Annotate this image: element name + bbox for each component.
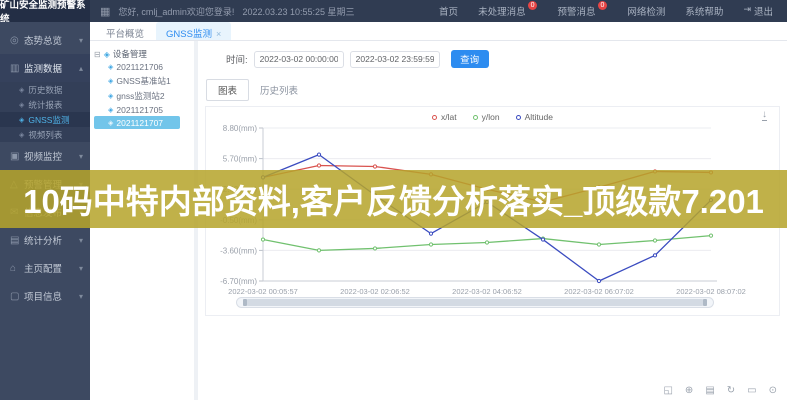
app-window: 矿山安全监测预警系统 ▦ 您好, cmlj_admin欢迎您登录! 2022.0… xyxy=(0,0,787,400)
station-icon: ◈ xyxy=(108,119,113,127)
svg-text:5.70(mm): 5.70(mm) xyxy=(223,155,258,164)
menu-home[interactable]: 首页 xyxy=(439,4,458,18)
sidebar-group-overview[interactable]: ◎ 态势总览 ▾ xyxy=(0,26,90,54)
workspace-tabbar: 平台概览 GNSS监测× xyxy=(90,22,787,41)
home-icon: ⌂ xyxy=(10,263,24,274)
tree-node-station[interactable]: ◈ GNSS基准站1 xyxy=(94,73,190,88)
end-datetime-input[interactable] xyxy=(350,51,440,68)
time-label: 时间: xyxy=(226,52,248,66)
app-logo-title: 矿山安全监测预警系统 xyxy=(0,0,90,22)
menu-alert-messages[interactable]: 预警消息 0 xyxy=(557,4,607,18)
submenu-report[interactable]: ◈ 统计报表 xyxy=(0,97,90,112)
datazoom-left-handle[interactable] xyxy=(243,299,247,306)
layers-icon[interactable]: ▤ xyxy=(705,385,714,396)
start-datetime-input[interactable] xyxy=(254,51,344,68)
overlay-banner-text: 10码中特内部资料,客户反馈分析落实_顶级款7.201 xyxy=(23,175,764,223)
menu-logout[interactable]: ⇥ 退出 xyxy=(743,4,773,18)
station-icon: ◈ xyxy=(108,92,113,100)
svg-text:2022-03-02 04:06:52: 2022-03-02 04:06:52 xyxy=(452,287,522,295)
station-icon: ◈ xyxy=(108,63,113,71)
close-icon[interactable]: × xyxy=(216,29,221,39)
query-toolbar: 时间: 查询 xyxy=(198,41,787,68)
legend-marker-altitude xyxy=(516,115,521,120)
chevron-down-icon: ▾ xyxy=(79,264,83,273)
sidebar-group-monitor-data[interactable]: ▥ 监测数据 ▴ xyxy=(0,54,90,82)
target-icon[interactable]: ⊙ xyxy=(769,385,777,396)
viewer-controls: ◱ ⊕ ▤ ↻ ▭ ⊙ xyxy=(663,385,777,396)
tab-platform-overview[interactable]: 平台概览 xyxy=(96,22,154,40)
tab-gnss-monitor[interactable]: GNSS监测× xyxy=(156,22,231,40)
unhandled-badge: 0 xyxy=(528,1,538,10)
view-tab-chart[interactable]: 图表 xyxy=(206,79,249,101)
station-icon: ◈ xyxy=(108,77,113,85)
device-group-icon: ◈ xyxy=(104,50,110,59)
tree-node-station-selected[interactable]: ◈ 2021121707 xyxy=(94,116,180,129)
sidebar-submenu: ◈ 历史数据 ◈ 统计报表 ◈ GNSS监测 ◈ 视频列表 xyxy=(0,82,90,142)
svg-text:2022-03-02 02:06:52: 2022-03-02 02:06:52 xyxy=(340,287,410,295)
svg-text:2022-03-02 08:07:02: 2022-03-02 08:07:02 xyxy=(676,287,746,295)
bullet-icon: ◈ xyxy=(19,86,24,94)
submenu-video-list[interactable]: ◈ 视频列表 xyxy=(0,127,90,142)
monitor-data-icon: ▥ xyxy=(10,63,24,74)
view-tabs: 图表 历史列表 xyxy=(206,79,787,101)
refresh-icon[interactable]: ↻ xyxy=(727,385,735,396)
svg-text:2022-03-02 06:07:02: 2022-03-02 06:07:02 xyxy=(564,287,634,295)
sidebar-group-video[interactable]: ▣ 视频监控 ▾ xyxy=(0,142,90,170)
chevron-down-icon: ▾ xyxy=(79,36,83,45)
alert-badge: 0 xyxy=(598,1,608,10)
topbar: 矿山安全监测预警系统 ▦ 您好, cmlj_admin欢迎您登录! 2022.0… xyxy=(0,0,787,22)
fullscreen-icon[interactable]: ◱ xyxy=(663,385,672,396)
current-datetime: 2022.03.23 10:55:25 星期三 xyxy=(242,5,354,18)
svg-text:2022-03-02 00:05:57: 2022-03-02 00:05:57 xyxy=(228,287,298,295)
user-greeting: 您好, cmlj_admin欢迎您登录! xyxy=(118,5,234,18)
tree-node-station[interactable]: ◈ 2021121705 xyxy=(94,103,190,116)
bullet-icon: ◈ xyxy=(19,101,24,109)
menu-help[interactable]: 系统帮助 xyxy=(685,4,723,18)
bullet-icon: ◈ xyxy=(19,116,24,124)
legend-item-xlat[interactable]: x/lat xyxy=(432,112,457,122)
statistics-icon: ▤ xyxy=(10,235,24,246)
submenu-gnss-monitor[interactable]: ◈ GNSS监测 xyxy=(0,112,90,127)
chevron-up-icon: ▴ xyxy=(79,64,83,73)
tree-root-device-management[interactable]: ⊟ ◈ 设备管理 xyxy=(94,48,190,60)
logout-icon: ⇥ xyxy=(743,4,751,15)
overlay-banner: 10码中特内部资料,客户反馈分析落实_顶级款7.201 xyxy=(0,170,787,228)
apps-grid-icon[interactable]: ▦ xyxy=(100,5,110,18)
legend-marker-xlat xyxy=(432,115,437,120)
submenu-history-data[interactable]: ◈ 历史数据 xyxy=(0,82,90,97)
project-icon: ▢ xyxy=(10,291,24,302)
collapse-icon[interactable]: ⊟ xyxy=(94,50,101,59)
overview-icon: ◎ xyxy=(10,35,24,46)
datazoom-slider[interactable] xyxy=(236,297,714,308)
datazoom-range[interactable] xyxy=(245,299,705,306)
legend-item-altitude[interactable]: Altitude xyxy=(516,112,553,122)
datazoom-right-handle[interactable] xyxy=(703,299,707,306)
tree-node-station[interactable]: ◈ 2021121706 xyxy=(94,60,190,73)
video-icon: ▣ xyxy=(10,151,24,162)
legend-marker-ylon xyxy=(473,115,478,120)
bullet-icon: ◈ xyxy=(19,131,24,139)
sidebar-group-statistics[interactable]: ▤ 统计分析 ▾ xyxy=(0,226,90,254)
station-icon: ◈ xyxy=(108,106,113,114)
topbar-menu: 首页 未处理消息 0 预警消息 0 网络检测 系统帮助 ⇥ 退出 xyxy=(439,4,787,18)
menu-unhandled-messages[interactable]: 未处理消息 0 xyxy=(478,4,537,18)
save-as-image-icon[interactable]: ↓ xyxy=(762,110,767,121)
legend-item-ylon[interactable]: y/lon xyxy=(473,112,500,122)
svg-text:8.80(mm): 8.80(mm) xyxy=(223,124,258,133)
svg-text:-3.60(mm): -3.60(mm) xyxy=(220,246,257,255)
view-tab-history-list[interactable]: 历史列表 xyxy=(249,80,309,100)
chevron-down-icon: ▾ xyxy=(79,236,83,245)
svg-text:-6.70(mm): -6.70(mm) xyxy=(220,277,257,286)
zoom-in-icon[interactable]: ⊕ xyxy=(685,385,693,396)
chevron-down-icon: ▾ xyxy=(79,152,83,161)
sidebar-group-project-info[interactable]: ▢ 项目信息 ▾ xyxy=(0,282,90,310)
frame-icon[interactable]: ▭ xyxy=(747,385,756,396)
tree-node-station[interactable]: ◈ gnss监测站2 xyxy=(94,88,190,103)
sidebar-group-homepage-config[interactable]: ⌂ 主页配置 ▾ xyxy=(0,254,90,282)
chevron-down-icon: ▾ xyxy=(79,292,83,301)
chart-legend: x/lat y/lon Altitude xyxy=(206,112,779,122)
query-button[interactable]: 查询 xyxy=(451,50,489,68)
menu-network-check[interactable]: 网络检测 xyxy=(627,4,665,18)
